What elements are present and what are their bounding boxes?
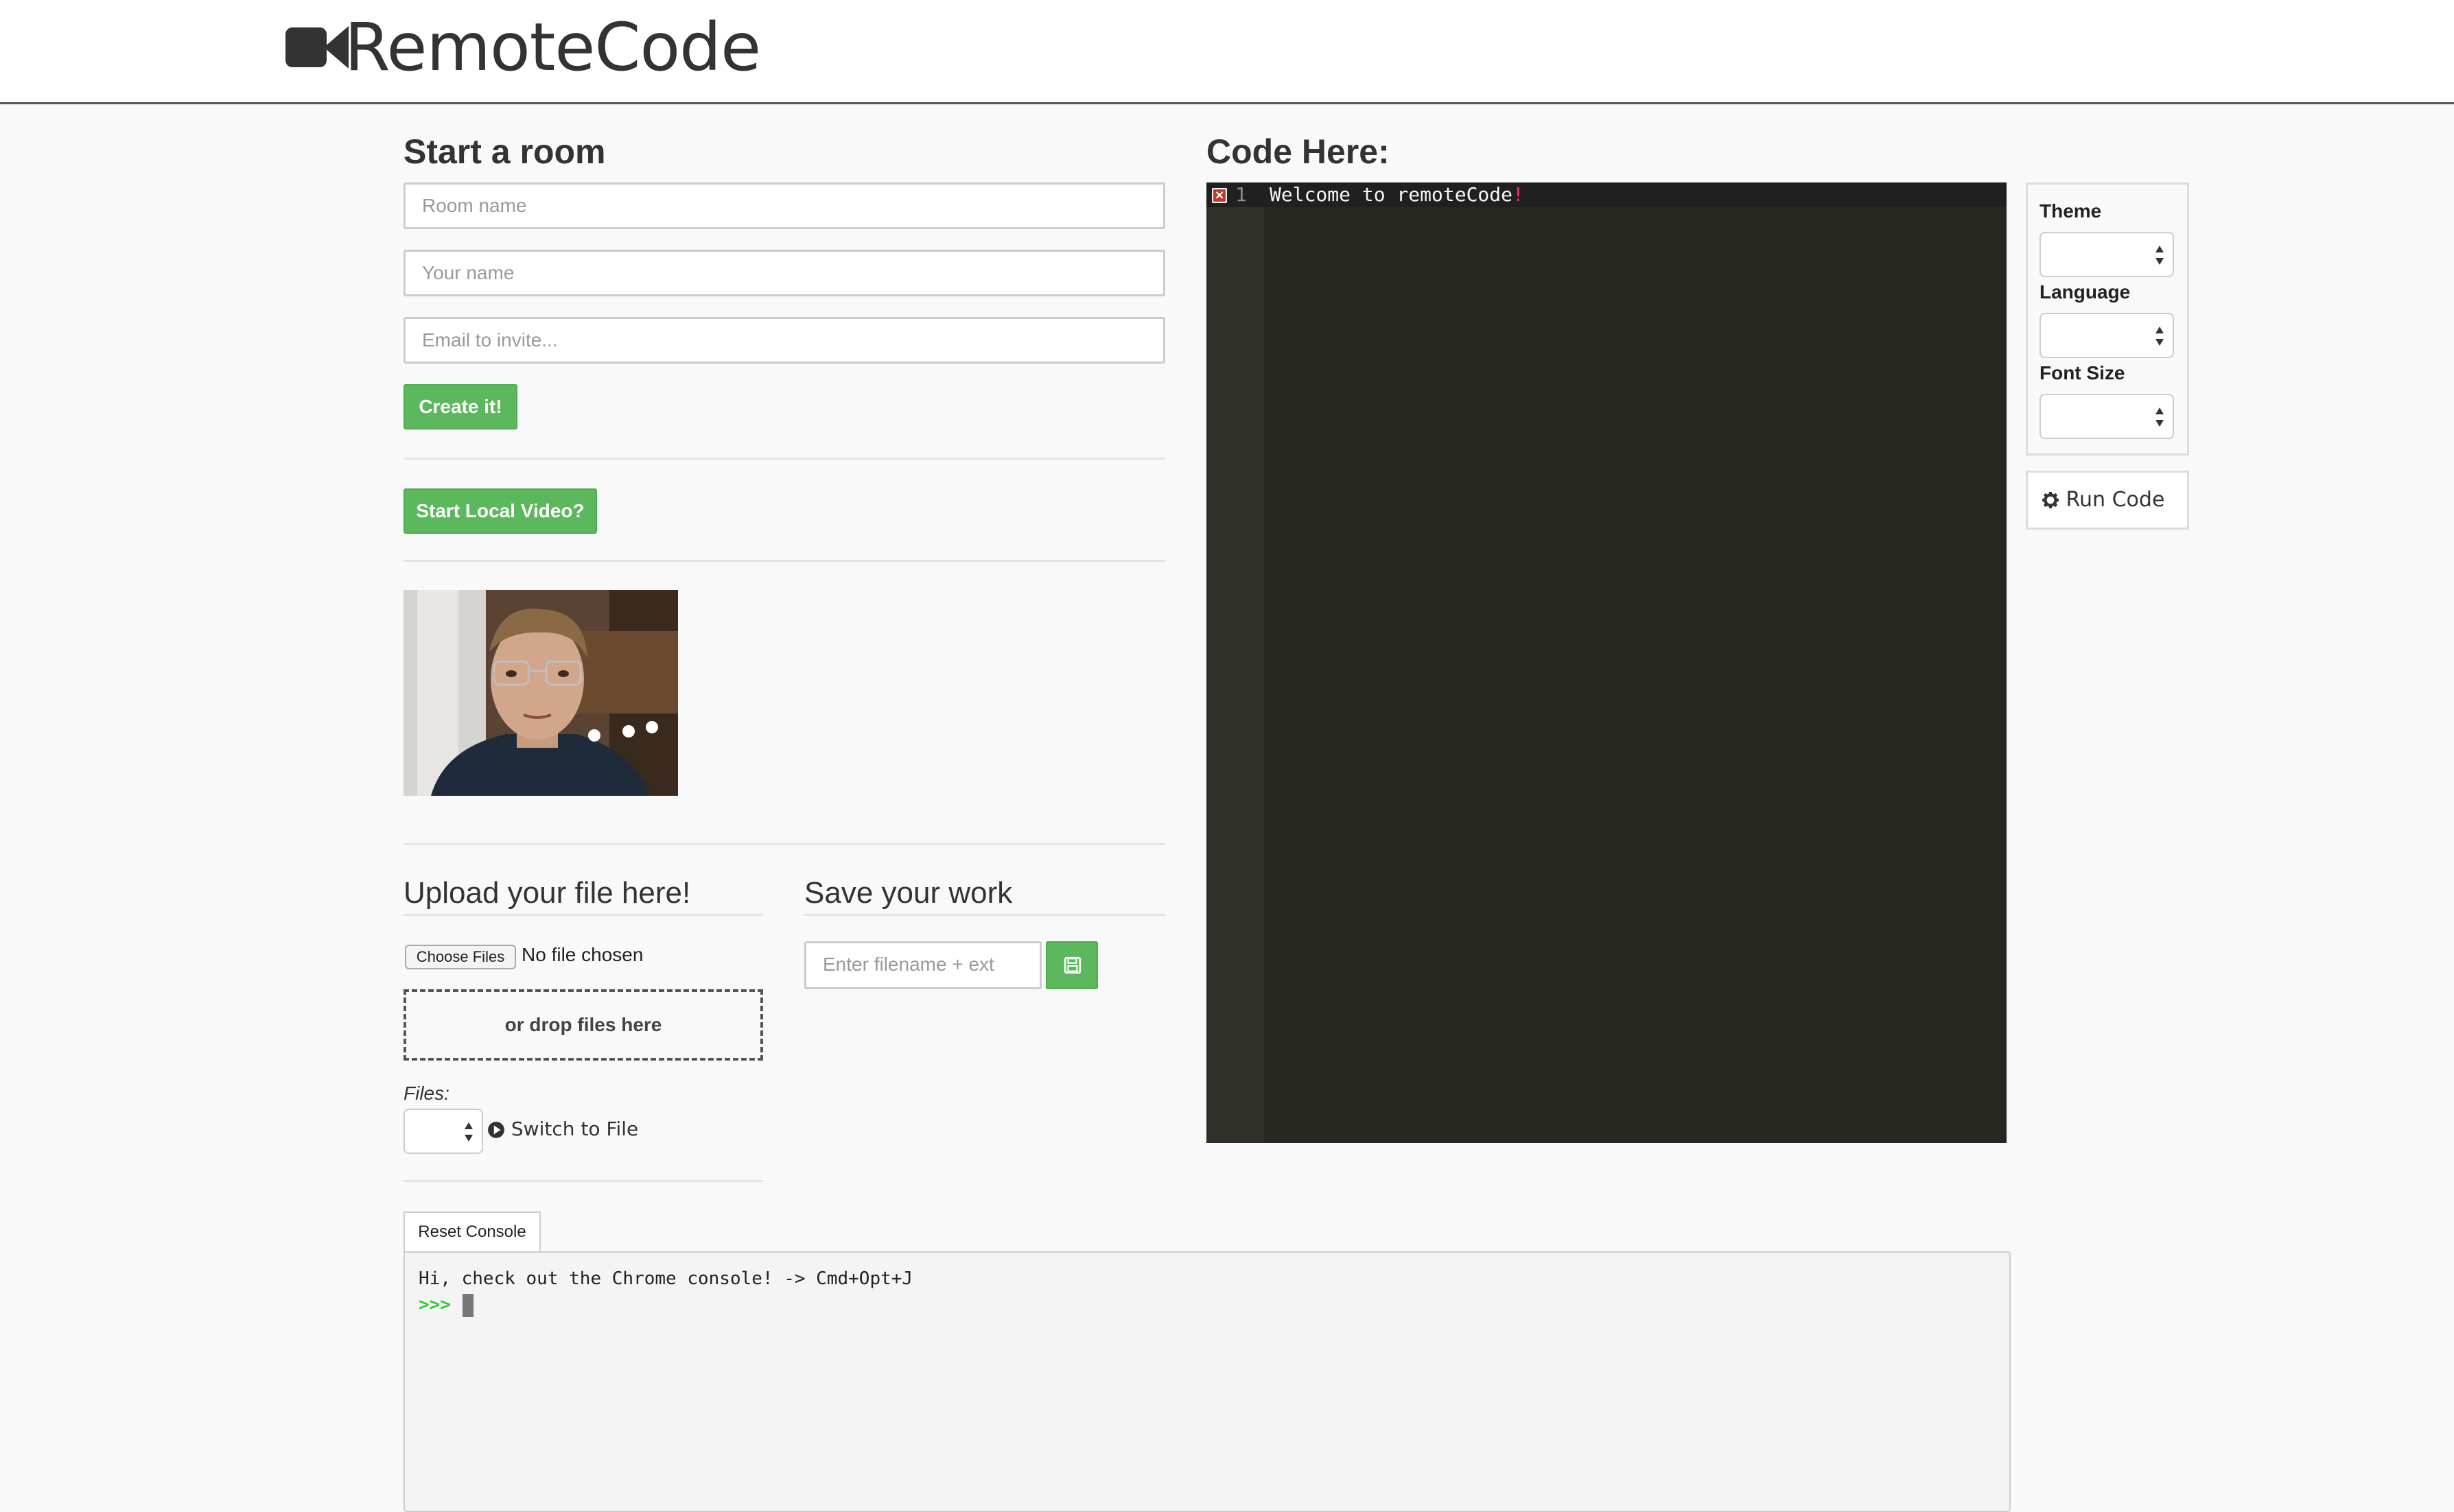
choose-files-button[interactable]: Choose Files: [405, 945, 516, 969]
language-label: Language: [2040, 281, 2131, 303]
line-number: 1: [1235, 183, 1247, 206]
updown-arrows-icon: [2155, 246, 2164, 265]
no-file-chosen-text: No file chosen: [522, 944, 644, 965]
updown-arrows-icon: [465, 1122, 473, 1142]
font-size-label: Font Size: [2040, 362, 2125, 383]
editor-gutter: [1206, 182, 1264, 1143]
file-dropzone[interactable]: or drop files here: [404, 989, 763, 1061]
language-select[interactable]: [2040, 313, 2174, 358]
start-local-video-button[interactable]: Start Local Video?: [404, 488, 597, 534]
output-console[interactable]: Hi, check out the Chrome console! -> Cmd…: [404, 1251, 2011, 1512]
save-file-button[interactable]: [1046, 941, 1098, 989]
floppy-disk-icon: [1064, 956, 1082, 974]
invite-email-input[interactable]: Email to invite...: [404, 317, 1165, 364]
console-message: Hi, check out the Chrome console! -> Cmd…: [419, 1268, 913, 1289]
your-name-input[interactable]: Your name: [404, 250, 1165, 296]
upload-heading-rule: [404, 914, 763, 916]
code-text: Welcome to remoteCode: [1270, 183, 1513, 206]
files-label: Files:: [404, 1083, 449, 1104]
divider: [404, 560, 1165, 562]
save-heading: Save your work: [804, 876, 1013, 910]
console-prompt: >>>: [419, 1295, 451, 1315]
code-editor[interactable]: × 1 Welcome to remoteCode!: [1206, 182, 2007, 1143]
console-cursor: [463, 1294, 474, 1317]
local-video-preview: [404, 590, 678, 796]
divider: [404, 843, 1165, 845]
run-code-button[interactable]: Run Code: [2026, 471, 2189, 530]
code-line[interactable]: Welcome to remoteCode!: [1270, 182, 1524, 207]
file-select[interactable]: [404, 1109, 483, 1154]
upload-heading: Upload your file here!: [404, 876, 691, 910]
font-size-select[interactable]: [2040, 394, 2174, 439]
play-circle-icon: [488, 1122, 504, 1138]
divider: [404, 458, 1165, 460]
switch-to-file-label: Switch to File: [511, 1118, 639, 1140]
app-logo-title[interactable]: RemoteCode: [344, 10, 761, 85]
run-code-label: Run Code: [2066, 488, 2165, 512]
updown-arrows-icon: [2155, 407, 2164, 427]
theme-select[interactable]: [2040, 232, 2174, 277]
updown-arrows-icon: [2155, 327, 2164, 346]
save-heading-rule: [804, 914, 1165, 916]
room-name-input[interactable]: Room name: [404, 182, 1165, 229]
theme-label: Theme: [2040, 200, 2102, 222]
reset-console-button[interactable]: Reset Console: [404, 1212, 541, 1253]
filename-input[interactable]: Enter filename + ext: [804, 941, 1042, 989]
error-marker-icon[interactable]: ×: [1212, 188, 1227, 203]
start-room-heading: Start a room: [404, 132, 606, 171]
code-invalid-char: !: [1512, 183, 1524, 206]
divider: [404, 1180, 763, 1182]
switch-to-file-button[interactable]: Switch to File: [487, 1115, 638, 1143]
video-camera-icon: [285, 26, 349, 69]
gear-icon: [2042, 492, 2059, 508]
create-room-button[interactable]: Create it!: [404, 384, 517, 429]
code-heading: Code Here:: [1206, 132, 1390, 171]
